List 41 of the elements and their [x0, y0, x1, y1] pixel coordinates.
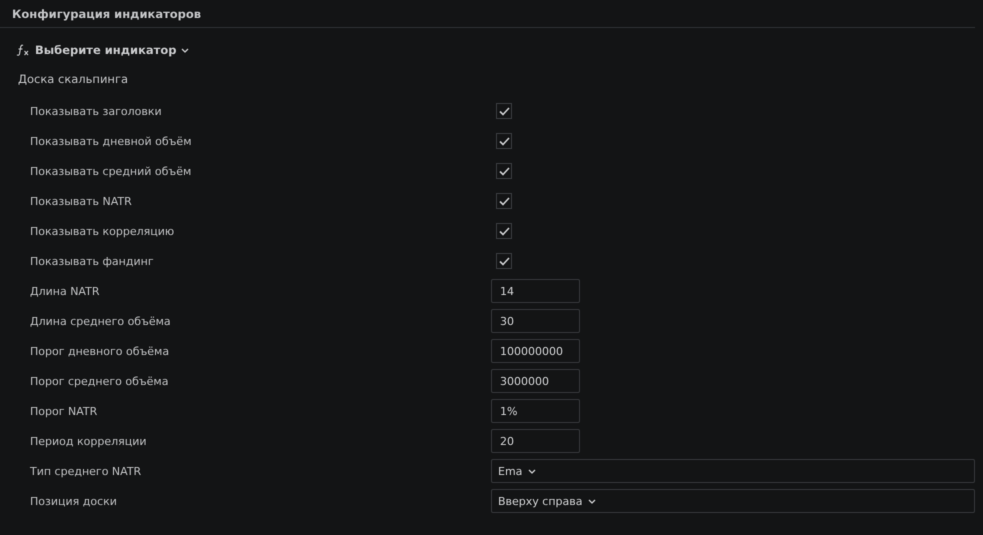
setting-label: Порог NATR [30, 404, 98, 418]
setting-label: Показывать заголовки [30, 104, 163, 118]
input-field[interactable]: 3000000 [491, 369, 580, 393]
check-icon [498, 196, 510, 206]
dropdown[interactable]: Вверху справа [491, 489, 975, 513]
setting-label: Позиция доски [30, 494, 118, 508]
checkbox[interactable] [496, 163, 512, 179]
function-icon [16, 44, 30, 56]
check-icon [498, 136, 510, 146]
setting-label: Тип среднего NATR [30, 464, 142, 478]
input-field[interactable]: 1% [491, 399, 580, 423]
setting-label: Порог дневного объёма [30, 344, 170, 358]
setting-label: Показывать корреляцию [30, 224, 176, 238]
checkbox[interactable] [496, 193, 512, 209]
panel-title: Конфигурация индикаторов [12, 6, 202, 20]
checkbox[interactable] [496, 103, 512, 119]
indicator-picker[interactable]: Выберите индикатор [16, 43, 190, 57]
dropdown[interactable]: Ema [491, 459, 975, 483]
setting-label: Порог среднего объёма [30, 374, 170, 388]
setting-label: Показывать дневной объём [30, 134, 192, 148]
check-icon [498, 106, 510, 116]
caret-icon [528, 468, 536, 474]
setting-label: Длина среднего объёма [30, 314, 172, 328]
setting-label: Показывать средний объём [30, 164, 192, 178]
setting-label: Показывать фандинг [30, 254, 155, 268]
caret-icon [588, 498, 596, 504]
setting-label: Период корреляции [30, 434, 148, 448]
input-field[interactable]: 14 [491, 279, 580, 303]
checkbox[interactable] [496, 133, 512, 149]
checkbox[interactable] [496, 253, 512, 269]
setting-label: Длина NATR [30, 284, 100, 298]
check-icon [498, 166, 510, 176]
section-title: Доска скальпинга [18, 72, 130, 86]
caret-icon [181, 48, 190, 52]
checkbox[interactable] [496, 223, 512, 239]
input-field[interactable]: 100000000 [491, 339, 580, 363]
check-icon [498, 226, 510, 236]
input-field[interactable]: 30 [491, 309, 580, 333]
input-field[interactable]: 20 [491, 429, 580, 453]
setting-label: Показывать NATR [30, 194, 133, 208]
check-icon [498, 256, 510, 266]
